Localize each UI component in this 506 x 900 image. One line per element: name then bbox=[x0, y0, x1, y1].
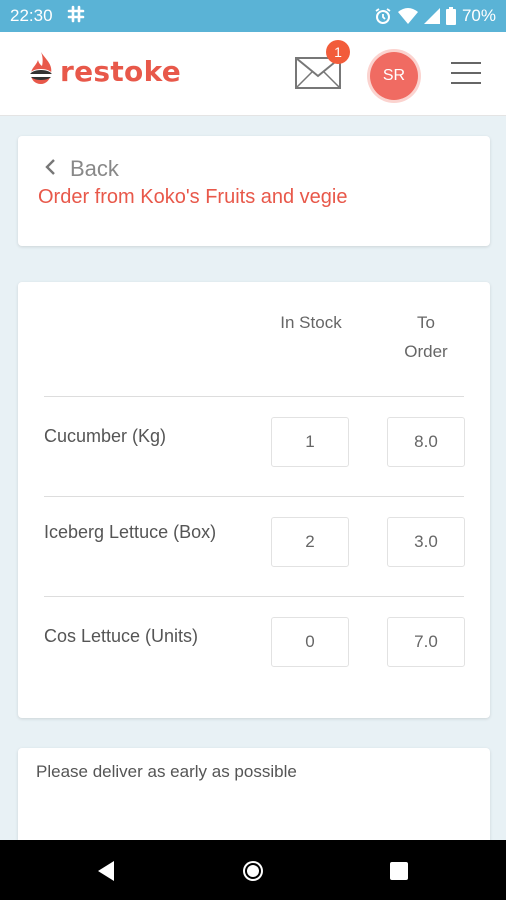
android-nav-bar bbox=[0, 840, 506, 900]
order-table-card: In Stock To Order Cucumber (Kg) 1 8.0 Ic… bbox=[18, 282, 490, 718]
avatar[interactable]: SR bbox=[370, 52, 418, 100]
column-header-to-order: To Order bbox=[390, 308, 462, 366]
flame-logo-icon bbox=[26, 50, 56, 93]
status-time: 22:30 bbox=[10, 6, 53, 25]
app-header: restoke 1 SR bbox=[0, 32, 506, 116]
in-stock-field[interactable]: 0 bbox=[271, 617, 349, 667]
status-icons: 70% bbox=[374, 6, 496, 26]
item-name: Iceberg Lettuce (Box) bbox=[44, 522, 217, 542]
hamburger-menu-icon[interactable] bbox=[448, 58, 484, 88]
back-button[interactable]: Back bbox=[44, 156, 119, 182]
to-order-field[interactable]: 7.0 bbox=[387, 617, 465, 667]
notification-badge: 1 bbox=[326, 40, 350, 64]
in-stock-field[interactable]: 1 bbox=[271, 417, 349, 467]
battery-percent: 70% bbox=[461, 6, 496, 25]
to-order-field[interactable]: 8.0 bbox=[387, 417, 465, 467]
column-header-to-order-line1: To bbox=[417, 313, 435, 332]
nav-recents-icon[interactable] bbox=[386, 858, 412, 884]
slack-icon bbox=[67, 5, 85, 28]
column-header-to-order-line2: Order bbox=[404, 342, 448, 361]
table-row: Cucumber (Kg) 1 8.0 bbox=[44, 396, 465, 496]
restoke-logo[interactable]: restoke bbox=[26, 50, 181, 93]
in-stock-field[interactable]: 2 bbox=[271, 517, 349, 567]
alarm-icon bbox=[374, 7, 392, 25]
nav-home-icon[interactable] bbox=[240, 858, 266, 884]
wifi-icon bbox=[397, 8, 418, 24]
table-row: Iceberg Lettuce (Box) 2 3.0 bbox=[44, 496, 465, 596]
item-name: Cos Lettuce (Units) bbox=[44, 626, 199, 646]
table-row: Cos Lettuce (Units) 0 7.0 bbox=[44, 596, 465, 696]
signal-icon bbox=[423, 8, 440, 24]
order-title: Order from Koko's Fruits and vegie bbox=[38, 186, 348, 208]
to-order-field[interactable]: 3.0 bbox=[387, 517, 465, 567]
order-header-card: Back Order from Koko's Fruits and vegie bbox=[18, 136, 490, 246]
column-header-in-stock: In Stock bbox=[280, 313, 342, 332]
brand-name: restoke bbox=[60, 55, 182, 88]
back-label: Back bbox=[70, 156, 119, 181]
back-chevron-icon bbox=[44, 156, 56, 182]
item-name: Cucumber (Kg) bbox=[44, 426, 167, 446]
delivery-notes-text: Please deliver as early as possible bbox=[36, 762, 297, 781]
delivery-notes-field[interactable]: Please deliver as early as possible bbox=[18, 748, 490, 848]
status-bar: 22:30 70% bbox=[0, 0, 506, 32]
nav-back-icon[interactable] bbox=[94, 858, 120, 884]
battery-icon bbox=[445, 7, 456, 25]
